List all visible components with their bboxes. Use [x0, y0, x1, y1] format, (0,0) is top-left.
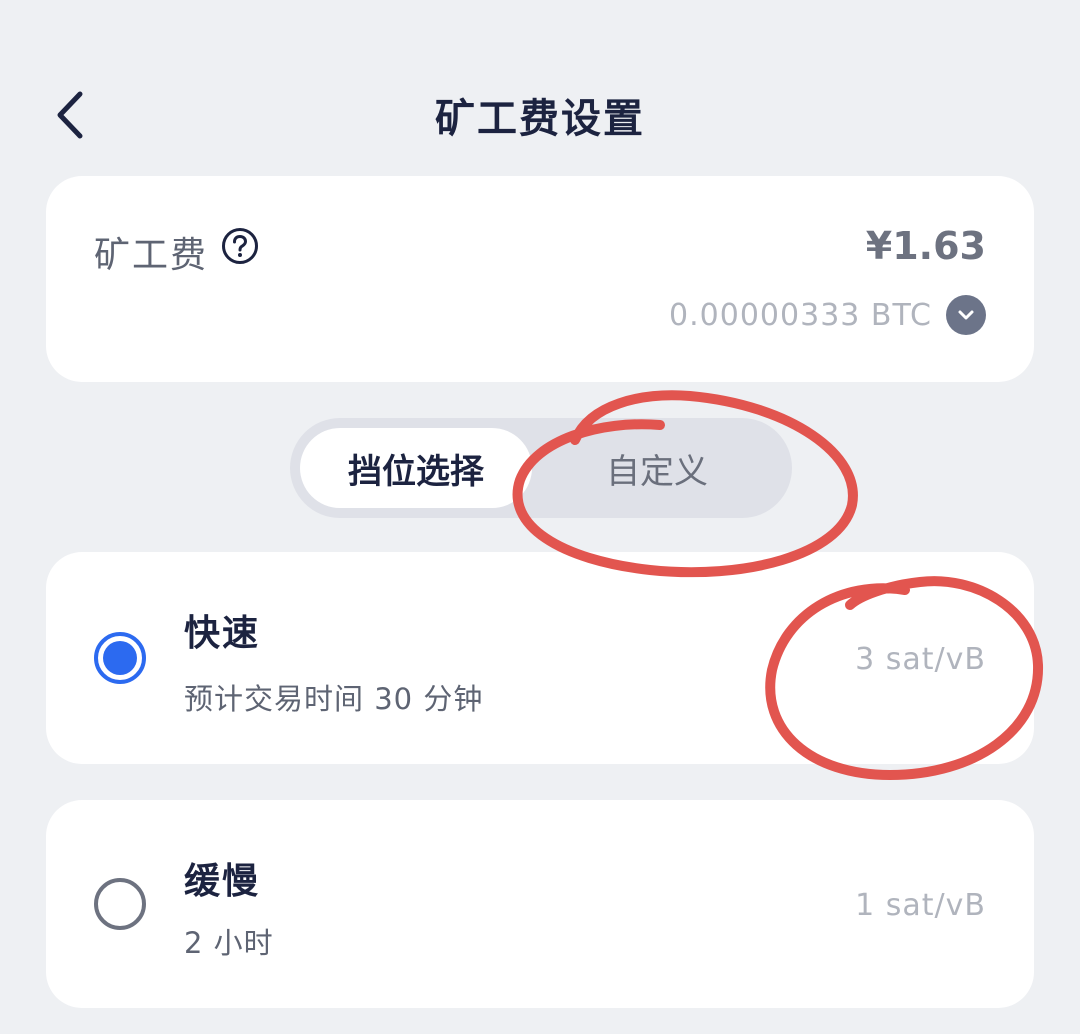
option-time: 预计交易时间 30 分钟: [184, 682, 484, 716]
tab-preset[interactable]: 挡位选择: [300, 428, 532, 508]
fee-amount-btc: 0.00000333 BTC: [669, 297, 932, 333]
fee-btc-toggle[interactable]: 0.00000333 BTC: [669, 294, 986, 336]
fee-option-slow[interactable]: 缓慢 2 小时 1 sat/vB: [46, 800, 1034, 1008]
radio-unselected[interactable]: [94, 878, 146, 930]
fee-label: 矿工费: [94, 235, 209, 276]
fee-option-fast[interactable]: 快速 预计交易时间 30 分钟 3 sat/vB: [46, 552, 1034, 764]
header: 矿工费设置: [0, 60, 1080, 170]
option-time: 2 小时: [184, 926, 274, 960]
option-name: 缓慢: [184, 861, 261, 902]
option-name: 快速: [184, 613, 261, 654]
tab-custom[interactable]: 自定义: [532, 428, 782, 508]
radio-selected[interactable]: [94, 632, 146, 684]
fee-mode-tabs: 挡位选择 自定义: [290, 418, 792, 518]
fee-card: 矿工费 ¥1.63 0.00000333 BTC: [46, 176, 1034, 382]
option-rate: 1 sat/vB: [855, 888, 986, 923]
chevron-down-icon: [946, 295, 986, 335]
fee-amount-cny: ¥1.63: [865, 224, 986, 268]
option-rate: 3 sat/vB: [855, 642, 986, 677]
page-title: 矿工费设置: [435, 96, 645, 142]
question-circle-icon[interactable]: [221, 227, 259, 265]
